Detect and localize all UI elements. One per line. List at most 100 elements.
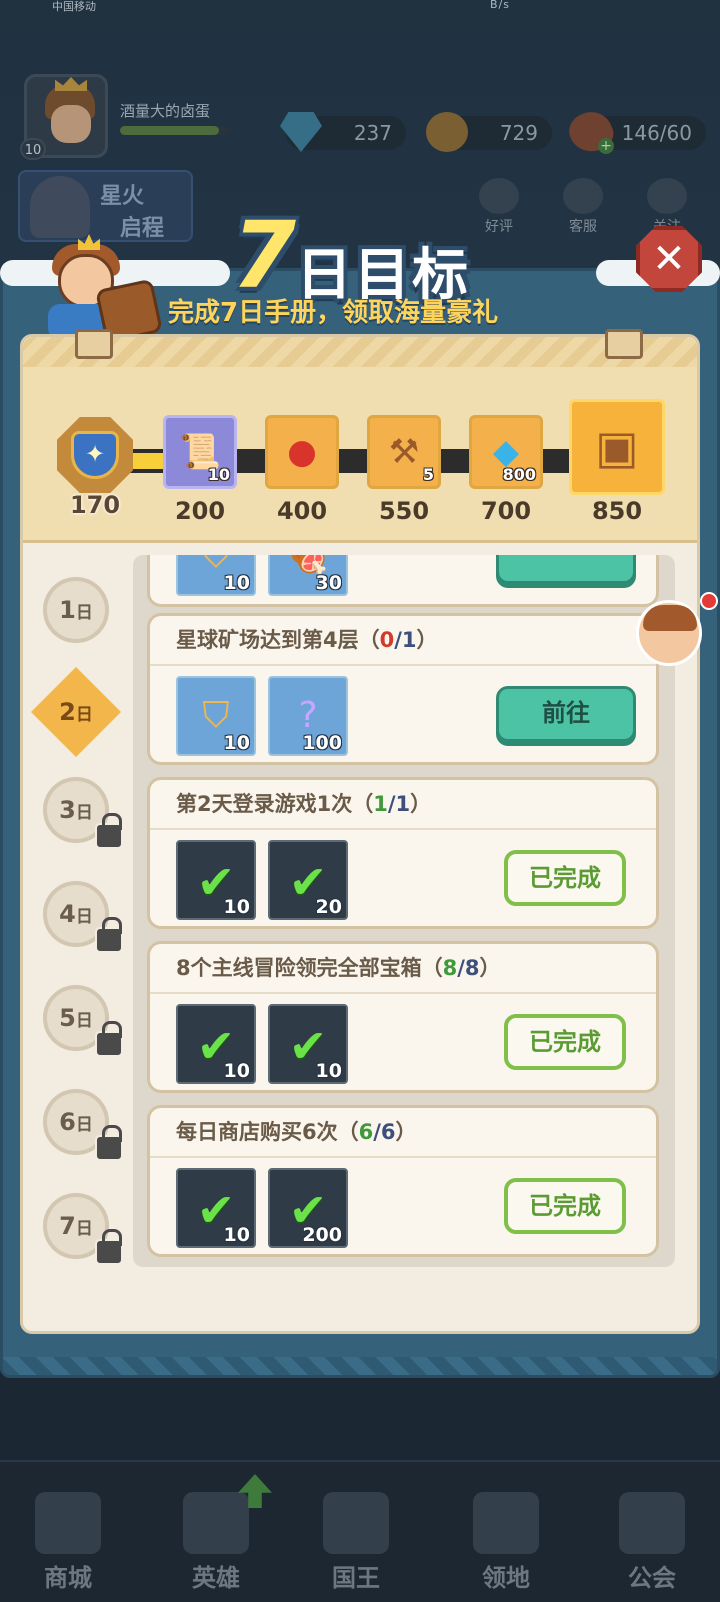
completed-button: 已完成 [504,850,626,906]
task-title: 第2天登录游戏1次（1/1） [176,792,432,816]
milestone-track: ✦ 170 📜 10 200 ● 400 ⚒ 5 550 ◆ 800 700 ▣… [23,329,697,543]
reward-item[interactable]: ⛉ 10 [176,676,256,756]
crown-icon [323,1492,389,1554]
task-title: 星球矿场达到第4层（0/1） [176,628,438,652]
network-speed: B/s [490,0,510,11]
star-icon [647,178,687,214]
event-banner-button[interactable]: 星火 启程 [18,170,193,242]
hero-portrait-icon [30,176,90,238]
task-card: 8个主线冒险领完全部宝箱（8/8） ✔ 10 ✔ 10 已完成 [147,941,659,1093]
reward-count: 5 [422,465,434,484]
milestone-reward-400[interactable]: ● [265,415,339,489]
nav-guild[interactable]: 公会 [592,1492,712,1593]
nav-territory[interactable]: 领地 [446,1492,566,1593]
seven-day-goal-modal: 7 日目标 完成7日手册，领取海量豪礼 ✕ ✦ 170 📜 10 200 ● 4… [0,202,720,1390]
lock-icon [95,1125,123,1161]
status-bar: 中国移动 B/s [0,0,720,14]
reward-item-claimed: ✔ 10 [268,1004,348,1084]
nav-king[interactable]: 国王 [296,1492,416,1593]
coin-icon [426,112,468,152]
points-badge-icon: ✦ [57,417,133,493]
headset-icon [563,178,603,214]
reward-item-claimed: ✔ 20 [268,840,348,920]
reward-item[interactable]: ? 100 [268,676,348,756]
plus-icon[interactable]: + [598,138,614,154]
task-list[interactable]: ⛉ 10 🍖 30 星球矿场达到第4层（0/1） ⛉ 10 ? 100 前往 第… [133,555,675,1267]
castle-icon [473,1492,539,1554]
divider [150,992,656,994]
gem-count: 237 [353,121,392,145]
milestone-value: 400 [276,497,328,525]
coin-count: 729 [499,121,538,145]
event-title-line1: 星火 [100,184,145,209]
lock-icon [95,1229,123,1265]
top-link-label: 好评 [485,219,513,235]
treasure-chest-icon: ▣ [595,420,639,474]
top-link-rate[interactable]: 好评 [474,178,524,236]
reward-count: 200 [302,1224,342,1246]
reward-item[interactable]: ⛉ 10 [176,555,256,596]
divider [150,664,656,666]
nav-label: 领地 [482,1564,530,1592]
go-button[interactable]: 前往 [496,686,636,742]
pin-decoration [605,329,643,359]
reward-count: 10 [207,465,230,484]
task-title: 8个主线冒险领完全部宝箱（8/8） [176,956,501,980]
reward-count: 10 [223,896,250,918]
shop-icon [35,1492,101,1554]
reward-count: 10 [223,572,250,594]
close-button[interactable]: ✕ [636,226,702,292]
reward-count: 10 [315,1060,342,1082]
reward-count: 10 [223,732,250,754]
player-name: 酒量大的卤蛋 [120,102,211,120]
milestone-reward-850[interactable]: ▣ [569,399,665,495]
player-info[interactable]: 10 酒量大的卤蛋 [20,72,245,162]
completed-button: 已完成 [504,1014,626,1070]
coin-counter[interactable]: 729 [426,112,552,152]
floating-mascot-button[interactable] [636,600,702,666]
milestone-value: 700 [480,497,532,525]
reward-count: 20 [315,896,342,918]
day-tab-1[interactable]: 1日 [43,577,109,643]
divider [150,1156,656,1158]
reward-item[interactable]: 🍖 30 [268,555,348,596]
nav-shop[interactable]: 商城 [8,1492,128,1593]
red-orb-icon: ● [287,432,317,472]
reward-item-claimed: ✔ 10 [176,840,256,920]
completed-button: 已完成 [504,1178,626,1234]
task-card: 星球矿场达到第4层（0/1） ⛉ 10 ? 100 前往 [147,613,659,765]
task-title: 每日商店购买6次（6/6） [176,1120,417,1144]
milestone-reward-550[interactable]: ⚒ 5 [367,415,441,489]
goal-panel: ✦ 170 📜 10 200 ● 400 ⚒ 5 550 ◆ 800 700 ▣… [20,329,700,1334]
milestone-reward-700[interactable]: ◆ 800 [469,415,543,489]
top-link-service[interactable]: 客服 [558,178,608,236]
exp-bar [120,126,230,135]
current-points: 170 [69,491,121,519]
lock-icon [95,813,123,849]
reward-count: 800 [502,465,536,484]
stamina-counter[interactable]: + 146/60 [563,104,706,160]
go-button[interactable] [496,555,636,584]
milestone-value: 200 [174,497,226,525]
milestone-reward-200[interactable]: 📜 10 [163,415,237,489]
task-card: 每日商店购买6次（6/6） ✔ 10 ✔ 200 已完成 [147,1105,659,1257]
top-link-label: 客服 [569,219,597,235]
gem-counter[interactable]: 237 [280,112,406,152]
reward-item-claimed: ✔ 10 [176,1004,256,1084]
modal-subtitle: 完成7日手册，领取海量豪礼 [168,298,499,328]
stamina-count: 146/60 [621,121,692,145]
close-icon: ✕ [652,236,686,282]
day-tab-2[interactable]: 2日 [31,667,121,757]
task-card: ⛉ 10 🍖 30 [147,555,659,607]
reward-count: 100 [302,732,342,754]
reward-count: 10 [223,1060,250,1082]
reward-item-claimed: ✔ 10 [176,1168,256,1248]
nav-label: 英雄 [192,1564,240,1592]
nav-label: 国王 [332,1564,380,1592]
lock-icon [95,917,123,953]
nav-label: 公会 [628,1564,676,1592]
bottom-nav: 商城 英雄 国王 领地 公会 [0,1460,720,1602]
reward-count: 10 [223,1224,250,1246]
reward-item-claimed: ✔ 200 [268,1168,348,1248]
lock-icon [95,1021,123,1057]
